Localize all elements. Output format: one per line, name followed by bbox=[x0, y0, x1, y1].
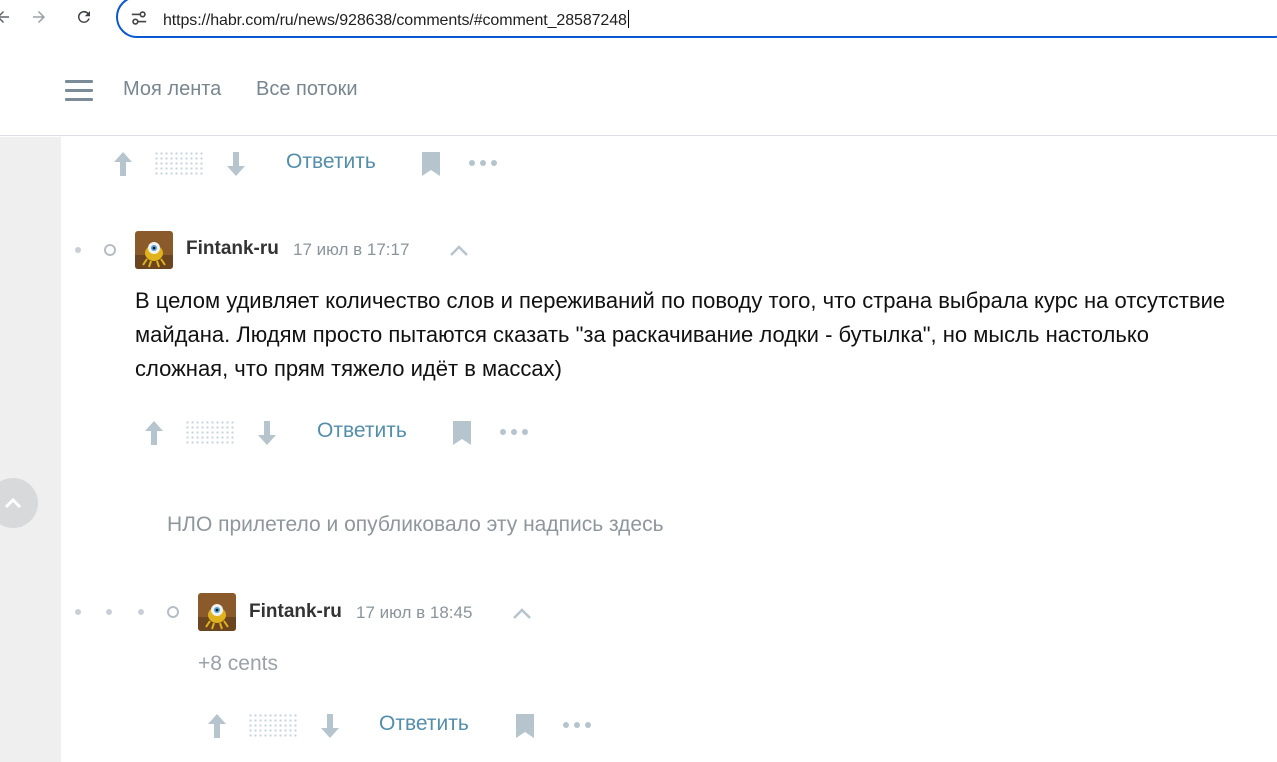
chevron-up-icon[interactable] bbox=[512, 606, 532, 620]
rating-hidden bbox=[248, 713, 298, 739]
site-info-icon[interactable] bbox=[130, 9, 148, 27]
comment-time[interactable]: 17 июл в 18:45 bbox=[356, 603, 472, 623]
rating-hidden bbox=[154, 151, 204, 177]
comment-actions: Ответить bbox=[142, 417, 542, 447]
comment-actions: Ответить bbox=[205, 710, 605, 740]
url-text[interactable]: https://habr.com/ru/news/928638/comments… bbox=[163, 10, 629, 30]
thread-ring[interactable] bbox=[104, 244, 116, 256]
comments-section: Ответить Fintank-ru 17 июл в 17:17 В цел… bbox=[0, 137, 1277, 762]
menu-all-flows-link[interactable]: Все потоки bbox=[256, 78, 358, 101]
site-header: Моя лента Все потоки bbox=[0, 46, 1277, 136]
more-options-icon[interactable] bbox=[562, 721, 592, 729]
thread-dot bbox=[138, 609, 144, 615]
vote-down-icon[interactable] bbox=[255, 419, 279, 447]
comment-time[interactable]: 17 июл в 17:17 bbox=[293, 240, 409, 260]
vote-down-icon[interactable] bbox=[224, 150, 248, 178]
address-bar[interactable]: https://habr.com/ru/news/928638/comments… bbox=[116, 0, 1277, 38]
bookmark-icon[interactable] bbox=[515, 713, 535, 739]
ufo-placeholder-text: НЛО прилетело и опубликовало эту надпись… bbox=[167, 513, 664, 536]
comment-author[interactable]: Fintank-ru bbox=[186, 238, 279, 260]
thread-dot bbox=[75, 247, 81, 253]
chevron-up-icon bbox=[4, 497, 22, 509]
left-gutter bbox=[0, 137, 61, 762]
comment-body: +8 cents bbox=[198, 652, 278, 675]
reply-link[interactable]: Ответить bbox=[379, 712, 469, 736]
comment-body: В целом удивляет количество слов и переж… bbox=[135, 288, 1226, 381]
chevron-up-icon[interactable] bbox=[449, 243, 469, 257]
comment-author[interactable]: Fintank-ru bbox=[249, 601, 342, 623]
vote-up-icon[interactable] bbox=[111, 150, 135, 178]
browser-toolbar: https://habr.com/ru/news/928638/comments… bbox=[0, 0, 1277, 44]
forward-icon[interactable] bbox=[28, 6, 50, 28]
menu-my-feed-link[interactable]: Моя лента bbox=[123, 78, 221, 101]
bookmark-icon[interactable] bbox=[452, 420, 472, 446]
reload-icon[interactable] bbox=[73, 6, 95, 28]
vote-up-icon[interactable] bbox=[142, 419, 166, 447]
hamburger-menu-icon[interactable] bbox=[65, 80, 93, 102]
thread-dot bbox=[75, 609, 81, 615]
vote-down-icon[interactable] bbox=[318, 712, 342, 740]
bookmark-icon[interactable] bbox=[421, 151, 441, 177]
thread-ring[interactable] bbox=[167, 606, 179, 618]
vote-up-icon[interactable] bbox=[205, 712, 229, 740]
more-options-icon[interactable] bbox=[468, 159, 498, 167]
thread-dot bbox=[106, 609, 112, 615]
reply-link[interactable]: Ответить bbox=[317, 419, 407, 443]
rating-hidden bbox=[185, 420, 235, 446]
avatar[interactable] bbox=[135, 231, 173, 269]
back-icon[interactable] bbox=[0, 6, 14, 28]
more-options-icon[interactable] bbox=[499, 428, 529, 436]
avatar[interactable] bbox=[198, 593, 236, 631]
reply-link[interactable]: Ответить bbox=[286, 150, 376, 174]
comment-actions: Ответить bbox=[111, 148, 511, 178]
